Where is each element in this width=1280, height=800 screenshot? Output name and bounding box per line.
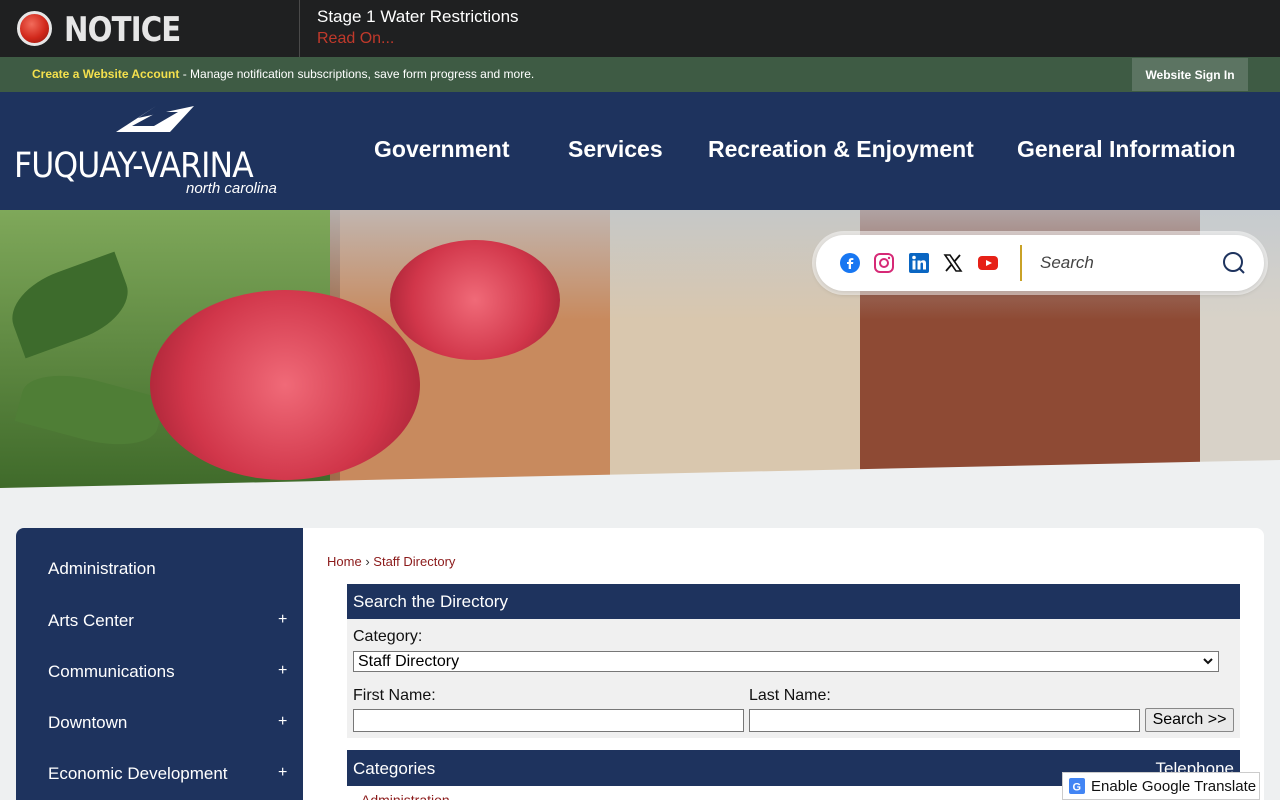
breadcrumb-current[interactable]: Staff Directory (373, 554, 455, 569)
nav-services[interactable]: Services (568, 136, 663, 163)
sidebar-item-administration[interactable]: Administration (48, 559, 156, 579)
notice-label-area: NOTICE (0, 0, 300, 57)
expand-plus-icon[interactable]: + (278, 713, 287, 731)
breadcrumb-home-link[interactable]: Home (327, 554, 362, 569)
category-link-administration[interactable]: Administration (361, 792, 450, 800)
website-sign-in-button[interactable]: Website Sign In (1132, 58, 1248, 91)
expand-plus-icon[interactable]: + (278, 764, 287, 782)
site-search-input[interactable]: Search (1040, 253, 1094, 273)
category-select-value: Staff Directory (358, 653, 460, 670)
pill-divider (1020, 245, 1022, 281)
categories-heading: Categories (353, 759, 436, 778)
youtube-icon[interactable] (978, 253, 998, 273)
sidebar-nav: Administration Arts Center + Communicati… (16, 528, 303, 800)
notice-headline[interactable]: Stage 1 Water Restrictions (317, 7, 519, 27)
sidebar-item-arts-center[interactable]: Arts Center (48, 611, 134, 631)
directory-search-button[interactable]: Search >> (1145, 708, 1234, 732)
social-search-bar: Search (816, 235, 1264, 291)
chevron-down-icon (1203, 658, 1213, 665)
main-content: Home › Staff Directory Search the Direct… (303, 528, 1264, 800)
alert-dot-icon (17, 11, 52, 46)
notice-read-on-link[interactable]: Read On... (317, 30, 394, 48)
svg-text:G: G (1073, 782, 1082, 794)
category-label: Category: (353, 628, 423, 645)
nav-general-information[interactable]: General Information (1017, 136, 1236, 163)
logo-subtitle: north carolina (186, 180, 277, 197)
last-name-label: Last Name: (749, 687, 831, 704)
sidebar-item-communications[interactable]: Communications (48, 662, 175, 682)
nav-recreation-enjoyment[interactable]: Recreation & Enjoyment (708, 136, 974, 163)
sidebar-item-economic-development[interactable]: Economic Development (48, 764, 228, 784)
category-select[interactable]: Staff Directory (353, 651, 1219, 672)
account-message: Create a Website Account - Manage notifi… (32, 67, 534, 81)
directory-search-form: Category: Staff Directory First Name: La… (347, 619, 1240, 738)
first-name-input[interactable] (353, 709, 744, 732)
account-bar: Create a Website Account - Manage notifi… (0, 57, 1280, 92)
x-icon[interactable] (943, 253, 963, 273)
google-translate-label: Enable Google Translate (1091, 777, 1257, 795)
expand-plus-icon[interactable]: + (278, 662, 287, 680)
instagram-icon[interactable] (874, 253, 894, 273)
facebook-icon[interactable] (840, 253, 860, 273)
notice-title: NOTICE (64, 10, 181, 50)
linkedin-icon[interactable] (909, 253, 929, 273)
account-description: - Manage notification subscriptions, sav… (179, 67, 535, 81)
last-name-input[interactable] (749, 709, 1140, 732)
google-icon: G (1069, 778, 1085, 794)
breadcrumb-separator: › (365, 554, 370, 569)
breadcrumb: Home › Staff Directory (327, 554, 455, 569)
nav-government[interactable]: Government (374, 136, 509, 163)
notice-bar: NOTICE Stage 1 Water Restrictions Read O… (0, 0, 1280, 57)
first-name-label: First Name: (353, 687, 436, 704)
search-icon[interactable] (1222, 251, 1246, 275)
google-translate-button[interactable]: G Enable Google Translate (1062, 772, 1260, 800)
logo-mark-icon (116, 106, 194, 132)
site-header: FUQUAY-VARINA north carolina Government … (0, 92, 1280, 210)
expand-plus-icon[interactable]: + (278, 611, 287, 629)
create-account-link[interactable]: Create a Website Account (32, 67, 179, 81)
directory-search-heading: Search the Directory (347, 584, 1240, 619)
sidebar-item-downtown[interactable]: Downtown (48, 713, 127, 733)
